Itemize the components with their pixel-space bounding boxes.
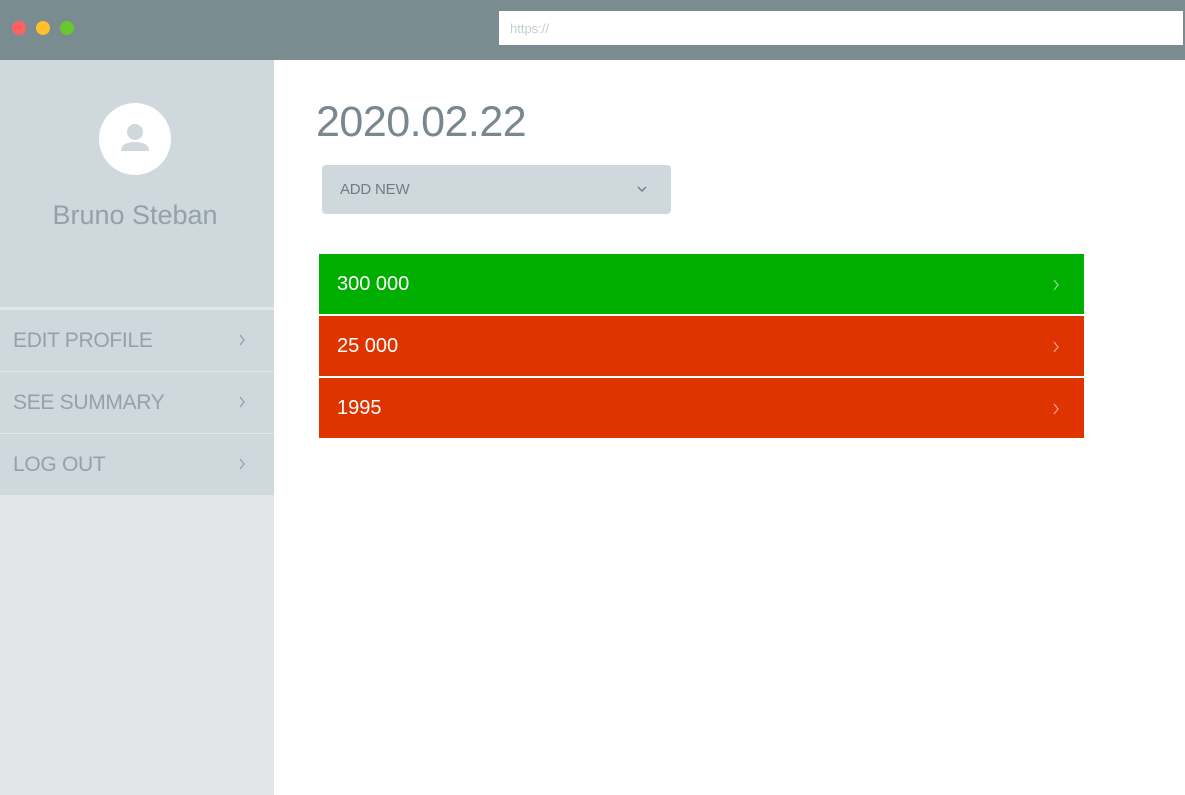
avatar: [99, 103, 171, 175]
chevron-right-icon: [239, 334, 245, 346]
entry-row[interactable]: 25 000: [319, 316, 1084, 376]
menu-item-edit-profile[interactable]: EDIT PROFILE: [0, 310, 274, 371]
entry-value: 1995: [337, 397, 382, 419]
entry-value: 300 000: [337, 273, 410, 295]
menu-item-label: SEE SUMMARY: [13, 391, 165, 414]
entry-value: 25 000: [337, 335, 399, 357]
user-name: Bruno Steban: [52, 200, 218, 230]
chevron-right-icon: [1053, 341, 1059, 353]
chevron-right-icon: [239, 396, 245, 408]
browser-toolbar: [0, 0, 1185, 60]
entry-list: 300 000 25 000 1995: [319, 254, 1084, 440]
menu-item-label: LOG OUT: [13, 453, 106, 476]
menu-item-label: EDIT PROFILE: [13, 329, 153, 352]
page-title: 2020.02.22: [316, 98, 527, 146]
menu-item-log-out[interactable]: LOG OUT: [0, 434, 274, 495]
chevron-right-icon: [239, 458, 245, 470]
url-input[interactable]: [499, 11, 1183, 45]
entry-row[interactable]: 1995: [319, 378, 1084, 438]
chevron-right-icon: [1053, 403, 1059, 415]
sidebar: Bruno Steban EDIT PROFILE SEE SUMMARY LO…: [0, 60, 274, 795]
chevron-right-icon: [1053, 279, 1059, 291]
chevron-down-icon: [637, 186, 647, 192]
window-minimize-dot[interactable]: [36, 21, 50, 35]
window-close-dot[interactable]: [12, 21, 26, 35]
add-new-dropdown[interactable]: ADD NEW: [322, 165, 671, 214]
entry-row[interactable]: 300 000: [319, 254, 1084, 314]
menu-item-see-summary[interactable]: SEE SUMMARY: [0, 372, 274, 433]
add-new-label: ADD NEW: [340, 181, 410, 198]
window-maximize-dot[interactable]: [60, 21, 74, 35]
profile-panel: Bruno Steban: [0, 60, 274, 307]
user-icon: [121, 124, 149, 151]
